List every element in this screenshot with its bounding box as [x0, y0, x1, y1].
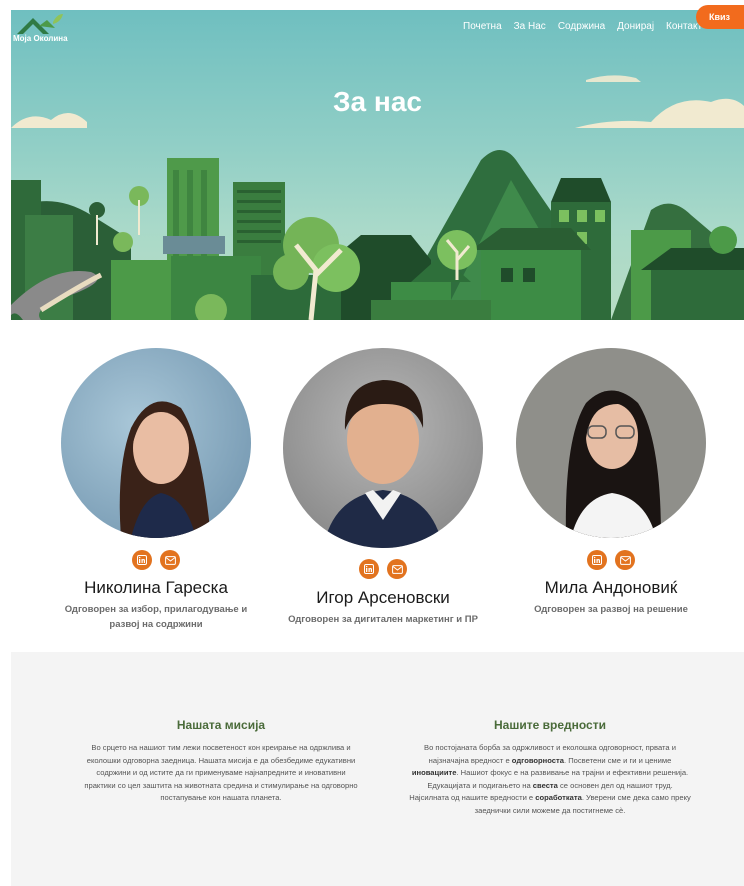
mail-icon[interactable] [387, 559, 407, 579]
social-links [272, 559, 494, 579]
member-role-line: Одговорен за дигитален маркетинг и ПР [288, 614, 478, 625]
values-line: заеднички сили можеме да постигнеме сè. [474, 805, 626, 815]
member-role: Одговорен за избор, прилагодување и разв… [45, 602, 267, 632]
values-text: Во постојаната борба за одржливост и еко… [397, 742, 703, 818]
nav-about[interactable]: За Нас [508, 20, 552, 34]
team-member-card: Николина Гареска Одговорен за избор, при… [45, 348, 267, 632]
values-keyword: иновациите [411, 768, 457, 778]
team-member-card: Игор Арсеновски Одговорен за дигитален м… [272, 348, 494, 627]
linkedin-icon[interactable] [132, 550, 152, 570]
social-links [45, 550, 267, 570]
mail-icon[interactable] [160, 550, 180, 570]
logo-icon[interactable] [13, 12, 75, 52]
linkedin-icon[interactable] [359, 559, 379, 579]
team-member-card: Мила Андоновиќ Одговорен за развој на ре… [500, 348, 722, 617]
member-role-line: Одговорен за развој на решение [534, 604, 688, 615]
mission-line: содржини и од истите да ги применуваме н… [96, 768, 346, 778]
nav-home[interactable]: Почетна [457, 20, 508, 34]
values-line: . Посветени сме и ги и цениме [563, 755, 672, 765]
values-keyword: соработката [535, 793, 582, 803]
mission-text: Во срцето на нашиот тим лежи посветеност… [71, 742, 371, 805]
city-illustration [11, 75, 744, 320]
linkedin-icon[interactable] [587, 550, 607, 570]
mail-icon[interactable] [615, 550, 635, 570]
member-role: Одговорен за развој на решение [500, 602, 722, 617]
values-line: Најсилната од нашите вредности е [409, 793, 536, 803]
member-name: Игор Арсеновски [316, 588, 450, 607]
values-column: Нашите вредности Во постојаната борба за… [397, 718, 703, 818]
values-keyword: свеста [532, 780, 558, 790]
member-name: Мила Андоновиќ [544, 578, 678, 597]
values-line: се основен дел од нашиот труд. [557, 780, 673, 790]
main-nav: Почетна За Нас Содржина Донирај Контакт [457, 20, 708, 34]
avatar [61, 348, 251, 538]
social-links [500, 550, 722, 570]
values-line: најзначајна вредност е [428, 755, 512, 765]
mission-line: постапување кон нашата планета. [160, 793, 282, 803]
hero-banner: Моја Околина Почетна За Нас Содржина Дон… [11, 10, 744, 320]
values-title: Нашите вредности [494, 718, 606, 732]
values-keyword: одговорноста [511, 755, 564, 765]
logo-text[interactable]: Моја Околина [13, 34, 68, 43]
mission-line: еколошки одговорна заедница. Нашата миси… [86, 755, 356, 765]
mission-values-section: Нашата мисија Во срцето на нашиот тим ле… [11, 652, 744, 886]
nav-content[interactable]: Содржина [552, 20, 611, 34]
avatar [283, 348, 483, 548]
member-role-line: Одговорен за избор, прилагодување и [64, 604, 248, 615]
page-title: За нас [333, 86, 422, 117]
member-role-line: развој на содржини [109, 619, 203, 630]
mission-line: Во срцето на нашиот тим лежи посветеност… [91, 743, 351, 752]
values-line: Во постојаната борба за одржливост и еко… [424, 743, 676, 752]
mission-line: практики со цел заштита на животната сре… [84, 780, 358, 790]
member-role: Одговорен за дигитален маркетинг и ПР [272, 612, 494, 627]
values-line: . Нашиот фокус е на развивање на трајни … [456, 768, 689, 778]
avatar [516, 348, 706, 538]
values-line: . Уверени сме дека само преку [581, 793, 691, 803]
mission-title: Нашата мисија [176, 718, 266, 732]
nav-donate[interactable]: Донирај [611, 20, 660, 34]
member-name: Николина Гареска [84, 578, 228, 597]
quiz-button[interactable]: Квиз [696, 5, 744, 29]
values-line: Едукацијата и подигањето на [427, 780, 533, 790]
mission-column: Нашата мисија Во срцето на нашиот тим ле… [71, 718, 371, 805]
